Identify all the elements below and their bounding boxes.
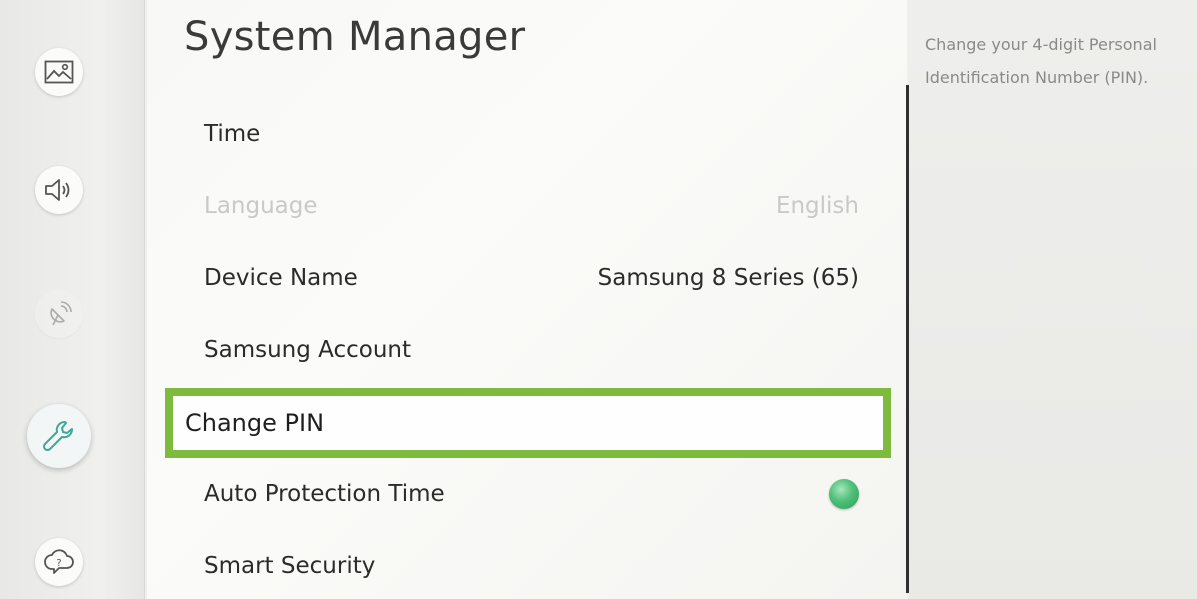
menu-item-label: Samsung Account bbox=[204, 337, 412, 363]
help-description: Change your 4-digit Personal Identificat… bbox=[925, 35, 1157, 87]
page-title: System Manager bbox=[184, 14, 526, 60]
menu-item-label: Device Name bbox=[204, 265, 358, 291]
picture-icon[interactable] bbox=[35, 48, 83, 96]
menu-item-label: Smart Security bbox=[204, 553, 376, 579]
menu-item-auto-protection-time[interactable]: Auto Protection Time bbox=[204, 474, 859, 514]
menu-item-language: Language English bbox=[204, 186, 859, 226]
menu-item-label: Auto Protection Time bbox=[204, 481, 445, 507]
sound-icon[interactable] bbox=[35, 166, 83, 214]
menu-item-label: Time bbox=[204, 121, 261, 147]
menu-item-value: Samsung 8 Series (65) bbox=[597, 265, 859, 291]
menu-item-label: Language bbox=[204, 193, 318, 219]
wrench-icon[interactable] bbox=[27, 404, 91, 468]
menu-item-smart-security[interactable]: Smart Security bbox=[204, 546, 859, 586]
system-manager-panel: System Manager Time Language English Dev… bbox=[147, 0, 907, 599]
help-panel: Change your 4-digit Personal Identificat… bbox=[909, 0, 1197, 599]
menu-item-change-pin[interactable]: Change PIN bbox=[165, 388, 891, 458]
svg-text:?: ? bbox=[56, 558, 61, 569]
menu-item-samsung-account[interactable]: Samsung Account bbox=[204, 330, 859, 370]
settings-category-rail: ? bbox=[0, 0, 145, 599]
broadcast-icon[interactable] bbox=[35, 290, 83, 338]
support-icon[interactable]: ? bbox=[35, 538, 83, 586]
menu-item-device-name[interactable]: Device Name Samsung 8 Series (65) bbox=[204, 258, 859, 298]
menu-item-value: English bbox=[775, 193, 859, 219]
toggle-on-indicator[interactable] bbox=[829, 479, 859, 509]
menu-item-time[interactable]: Time bbox=[204, 114, 859, 154]
menu-item-label: Change PIN bbox=[185, 409, 325, 437]
